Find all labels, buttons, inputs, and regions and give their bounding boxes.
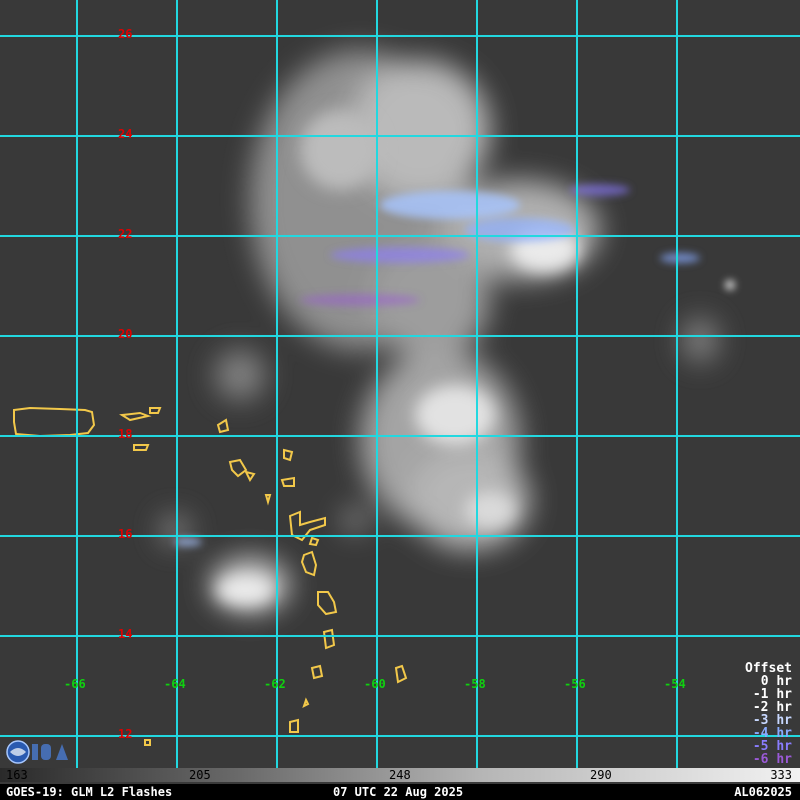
colorbar-tick: 248 [389, 768, 411, 782]
lon-label-54: -54 [664, 677, 686, 691]
lat-label-12: 12 [118, 727, 133, 741]
lon-label-56: -56 [564, 677, 586, 691]
timestamp-label: 07 UTC 22 Aug 2025 [333, 785, 464, 799]
colorbar-tick: 163 [6, 768, 28, 782]
footer-bar: GOES-19: GLM L2 Flashes 07 UTC 22 Aug 20… [0, 784, 800, 800]
lat-label-24: 24 [118, 127, 133, 141]
lon-label-62: -62 [264, 677, 286, 691]
lon-label-60: -60 [364, 677, 386, 691]
offset-legend: Offset 0 hr -1 hr -2 hr -3 hr -4 hr -5 h… [745, 662, 792, 766]
colorbar-tick: 290 [590, 768, 612, 782]
satellite-image-panel: 26 24 22 20 18 16 14 12 -66 -64 -62 -60 … [0, 0, 800, 800]
colorbar-tick: 333 [770, 768, 792, 782]
offset-legend-row: -6 hr [752, 752, 792, 767]
lon-label-66: -66 [64, 677, 86, 691]
lat-label-18: 18 [118, 427, 133, 441]
lon-label-64: -64 [164, 677, 186, 691]
lat-label-20: 20 [118, 327, 133, 341]
satellite-map [0, 0, 800, 768]
lat-label-16: 16 [118, 527, 133, 541]
agency-logo [6, 740, 68, 764]
brightness-colorbar: 163 205 248 290 333 [0, 768, 800, 784]
lat-label-22: 22 [118, 227, 133, 241]
lon-label-58: -58 [464, 677, 486, 691]
storm-id-label: AL062025 [734, 785, 792, 799]
lat-label-26: 26 [118, 27, 133, 41]
lat-label-14: 14 [118, 627, 133, 641]
product-label: GOES-19: GLM L2 Flashes [6, 785, 173, 799]
colorbar-tick: 205 [189, 768, 211, 782]
